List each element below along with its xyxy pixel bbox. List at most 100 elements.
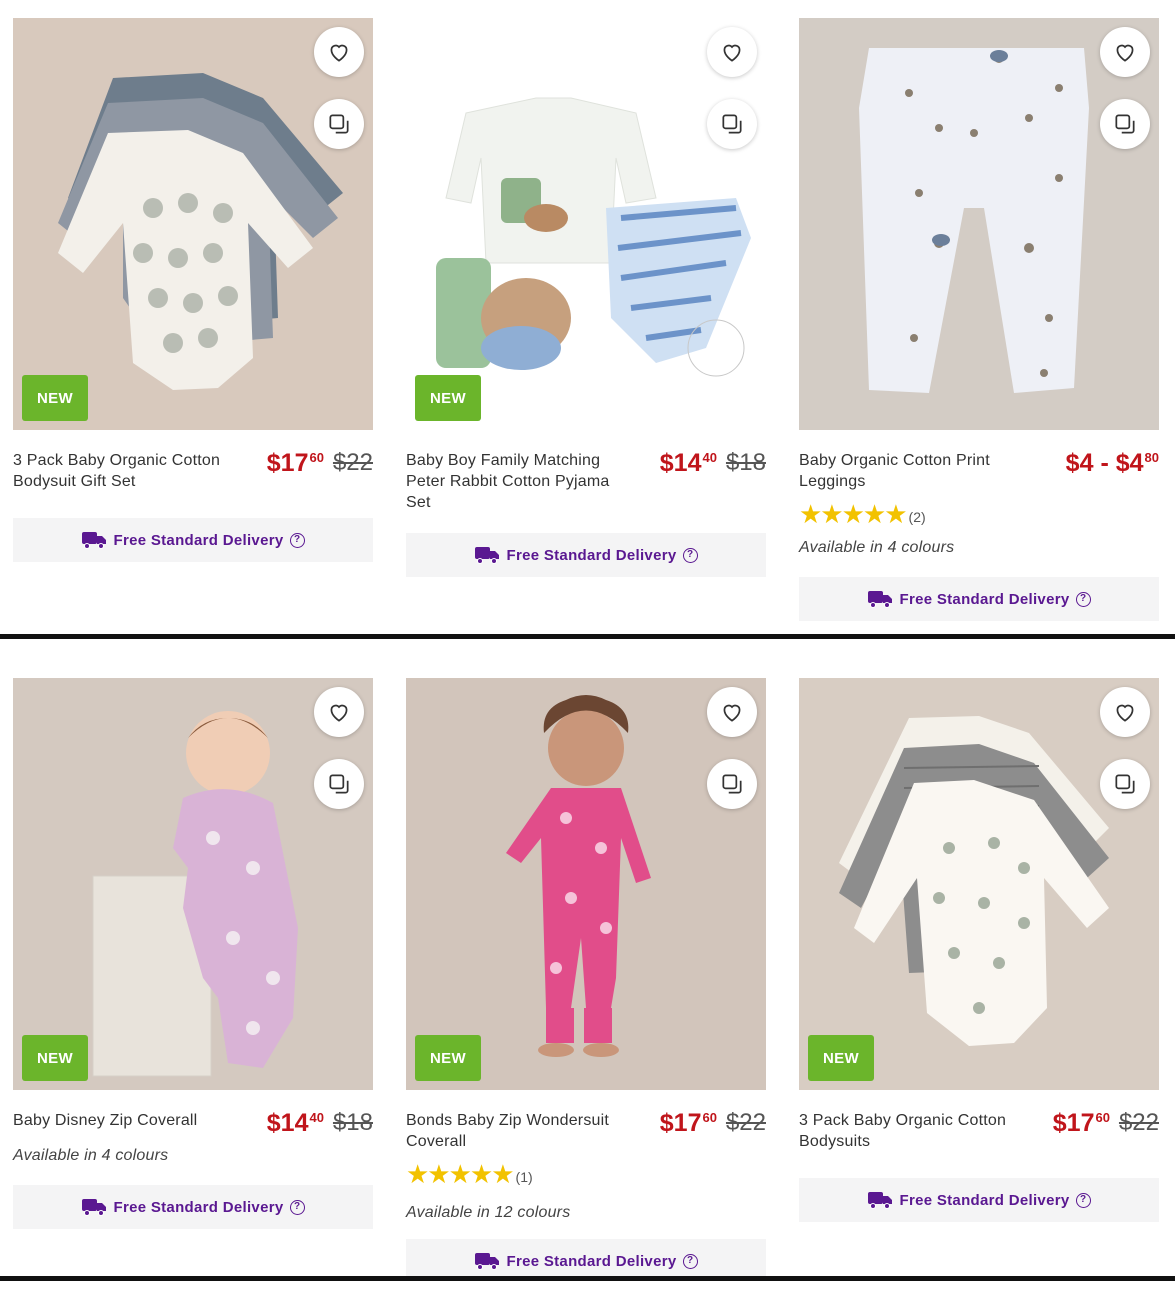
price-range-separator: - [1100,449,1109,477]
quick-view-button[interactable] [314,759,364,809]
leggings-image [799,18,1159,430]
product-card[interactable]: NEW 3 Pack Baby Organic Cotton Bodysuit … [13,18,373,562]
product-card[interactable]: NEW 3 Pack Baby Organic Cotton Bodysuits… [799,678,1159,1222]
quick-view-button[interactable] [1100,99,1150,149]
product-card[interactable]: NEW Baby Boy Family Matching Peter Rabbi… [406,18,766,577]
favourite-button[interactable] [314,687,364,737]
free-delivery-banner[interactable]: Free Standard Delivery ? [406,533,766,577]
favourite-button[interactable] [707,687,757,737]
review-count: (2) [908,509,926,525]
review-count: (1) [515,1169,533,1185]
disney-coverall-image [13,678,373,1090]
help-icon[interactable]: ? [682,1253,698,1269]
product-image[interactable]: NEW [406,18,766,430]
free-delivery-banner[interactable]: Free Standard Delivery ? [406,1239,766,1276]
price-block: $17 60 $22 [267,450,373,477]
product-card[interactable]: NEW Bonds Baby Zip Wondersuit Coverall $… [406,678,766,1276]
price-block: $4 - $4 80 [1066,450,1159,476]
help-icon[interactable]: ? [682,547,698,563]
delivery-label: Free Standard Delivery [899,1191,1070,1209]
help-icon[interactable]: ? [289,1199,305,1215]
rating[interactable]: ★★★★★ (1) [406,1159,766,1189]
new-badge: NEW [22,375,88,421]
product-title[interactable]: Bonds Baby Zip Wondersuit Coverall [406,1110,636,1152]
price-block: $17 60 $22 [660,1109,766,1137]
product-info: Bonds Baby Zip Wondersuit Coverall $17 60… [406,1110,766,1158]
price-block: $14 40 $18 [267,1109,373,1137]
copy-icon [329,774,349,794]
current-price: $17 60 [660,1110,717,1136]
price-cents: 40 [309,1110,324,1125]
product-card[interactable]: NEW Baby Disney Zip Coverall $14 40 $18 A… [13,678,373,1229]
truck-icon [82,532,107,549]
free-delivery-banner[interactable]: Free Standard Delivery ? [13,1185,373,1229]
price-range: $4 - $4 80 [1066,450,1159,476]
bodysuits-3-pack-image [799,678,1159,1090]
truck-icon [868,591,893,608]
product-image[interactable] [799,18,1159,430]
copy-icon [722,114,742,134]
new-badge: NEW [22,1035,88,1081]
colour-availability: Available in 4 colours [799,539,955,556]
product-info: Baby Boy Family Matching Peter Rabbit Co… [406,450,766,513]
star-rating: ★★★★★ [406,1159,515,1189]
product-info: Baby Disney Zip Coverall $14 40 $18 [13,1110,373,1140]
product-title[interactable]: Baby Boy Family Matching Peter Rabbit Co… [406,450,636,513]
truck-icon [82,1199,107,1216]
price-block: $14 40 $18 [660,449,766,477]
quick-view-button[interactable] [707,759,757,809]
heart-icon [1116,704,1134,722]
bodysuit-gift-set-image [13,18,373,430]
product-image[interactable]: NEW [13,678,373,1090]
current-price: $14 40 [267,1110,324,1136]
help-icon[interactable]: ? [1075,591,1091,607]
product-row-1: NEW 3 Pack Baby Organic Cotton Bodysuit … [0,0,1175,634]
current-price: $17 60 [267,450,324,476]
new-badge: NEW [808,1035,874,1081]
free-delivery-banner[interactable]: Free Standard Delivery ? [13,518,373,562]
truck-icon [475,1253,500,1270]
heart-icon [723,44,741,62]
original-price: $18 [332,1109,373,1136]
product-image[interactable]: NEW [13,18,373,430]
price-cents: 60 [309,450,324,465]
rating[interactable]: ★★★★★ (2) [799,499,1159,529]
product-image[interactable]: NEW [799,678,1159,1090]
new-badge: NEW [415,1035,481,1081]
product-title[interactable]: Baby Disney Zip Coverall [13,1110,243,1131]
product-info: 3 Pack Baby Organic Cotton Bodysuits $17… [799,1110,1159,1158]
colour-availability: Available in 12 colours [406,1204,571,1221]
star-rating: ★★★★★ [799,499,908,529]
original-price: $18 [725,449,766,476]
price-dollars: $17 [1052,1109,1095,1137]
price-dollars: $14 [659,449,702,477]
price-cents: 60 [1095,1110,1110,1125]
quick-view-button[interactable] [707,99,757,149]
product-title[interactable]: Baby Organic Cotton Print Leggings [799,450,1029,492]
help-icon[interactable]: ? [289,532,305,548]
current-price: $14 40 [660,450,717,476]
delivery-label: Free Standard Delivery [506,546,677,564]
product-image[interactable]: NEW [406,678,766,1090]
heart-icon [1116,44,1134,62]
help-icon[interactable]: ? [1075,1192,1091,1208]
quick-view-button[interactable] [1100,759,1150,809]
favourite-button[interactable] [707,27,757,77]
free-delivery-banner[interactable]: Free Standard Delivery ? [799,1178,1159,1222]
delivery-label: Free Standard Delivery [899,590,1070,608]
free-delivery-banner[interactable]: Free Standard Delivery ? [799,577,1159,621]
favourite-button[interactable] [1100,27,1150,77]
product-info: Baby Organic Cotton Print Leggings $4 - … [799,450,1159,498]
heart-icon [330,704,348,722]
quick-view-button[interactable] [314,99,364,149]
favourite-button[interactable] [1100,687,1150,737]
original-price: $22 [725,1109,766,1136]
product-card[interactable]: Baby Organic Cotton Print Leggings $4 - … [799,18,1159,621]
delivery-label: Free Standard Delivery [113,531,284,549]
heart-icon [330,44,348,62]
favourite-button[interactable] [314,27,364,77]
copy-icon [1115,774,1135,794]
product-title[interactable]: 3 Pack Baby Organic Cotton Bodysuit Gift… [13,450,243,492]
product-title[interactable]: 3 Pack Baby Organic Cotton Bodysuits [799,1110,1029,1152]
delivery-label: Free Standard Delivery [506,1252,677,1270]
